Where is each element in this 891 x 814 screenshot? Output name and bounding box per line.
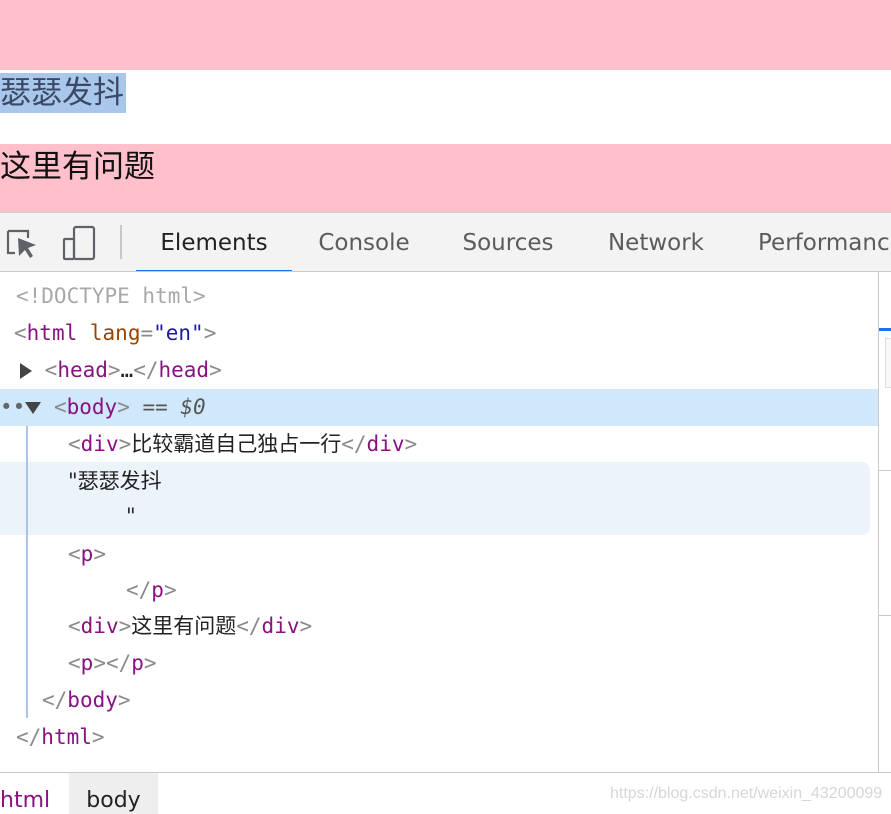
collapse-triangle-icon[interactable]: [25, 402, 42, 414]
bracket: </: [105, 651, 132, 675]
bracket: <: [53, 395, 67, 419]
devtools-toolbar: Elements Console Sources Network Perform…: [0, 212, 891, 272]
bracket: </: [341, 432, 367, 456]
side-divider: [879, 470, 891, 471]
bracket: >: [209, 358, 222, 382]
toolbar-separator: [120, 225, 122, 259]
dom-line-p-open[interactable]: <p>: [0, 536, 878, 573]
doctype-text: <!DOCTYPE html>: [16, 284, 206, 308]
bracket: <: [68, 614, 81, 638]
watermark-text: https://blog.csdn.net/weixin_43200099: [610, 785, 883, 802]
devtools-panel: Elements Console Sources Network Perform…: [0, 212, 891, 814]
dom-line-p-close: </p>: [0, 572, 878, 609]
tab-performance[interactable]: Performance: [758, 213, 891, 271]
bracket: >: [117, 688, 131, 712]
rendered-page: 瑟瑟发抖 这里有问题: [0, 0, 891, 212]
dom-line-html-close[interactable]: </html>: [0, 719, 878, 756]
bracket: >: [143, 651, 157, 675]
text-node-quote: ": [126, 504, 136, 528]
bracket: </: [126, 578, 152, 602]
dom-line-body-selected[interactable]: •• <body> == $0: [0, 389, 878, 426]
tag-name: html: [26, 321, 78, 345]
dom-line-doctype[interactable]: <!DOCTYPE html>: [0, 278, 878, 315]
selected-text-node[interactable]: 瑟瑟发抖: [0, 73, 126, 113]
tag-name: p: [131, 651, 144, 675]
selected-marker: == $0: [129, 395, 206, 419]
bracket: >: [404, 432, 418, 456]
attr-value: "en": [153, 321, 204, 345]
bracket: >: [299, 614, 313, 638]
expand-triangle-icon[interactable]: [20, 363, 32, 379]
tab-console[interactable]: Console: [310, 213, 418, 271]
bracket: >: [107, 358, 121, 382]
tag-name: div: [80, 432, 119, 456]
breadcrumb: html body https://blog.csdn.net/weixin_4…: [0, 772, 891, 814]
dom-line-div-1[interactable]: <div>比较霸道自己独占一行</div>: [0, 426, 878, 463]
pink-div-block: [0, 0, 891, 70]
bracket: >: [163, 578, 177, 602]
breadcrumb-body[interactable]: body: [69, 773, 158, 814]
tab-elements[interactable]: Elements: [136, 213, 292, 271]
tab-sources[interactable]: Sources: [452, 213, 564, 271]
side-divider: [879, 615, 891, 616]
bracket: >: [117, 395, 130, 419]
text-node-content: "瑟瑟发抖: [68, 469, 162, 493]
dom-line-html-open[interactable]: <html lang="en">: [0, 315, 878, 352]
tag-name: head: [57, 358, 108, 382]
more-actions-icon[interactable]: ••: [0, 395, 25, 419]
bracket: >: [118, 614, 132, 638]
bracket: >: [203, 321, 217, 345]
dom-line-p-empty[interactable]: <p></p>: [0, 645, 878, 682]
node-text: 比较霸道自己独占一行: [131, 432, 342, 456]
dom-line-div-2[interactable]: <div>这里有问题</div>: [0, 608, 878, 645]
tab-network[interactable]: Network: [596, 213, 716, 271]
attr-name: lang: [89, 321, 141, 345]
bracket: <: [14, 321, 27, 345]
tag-name: div: [366, 432, 405, 456]
bracket: </: [42, 688, 68, 712]
dom-line-text-node-end: ": [0, 498, 878, 535]
attr-eq: =: [140, 321, 154, 345]
styles-side-panel: [878, 272, 891, 772]
dom-line-text-node[interactable]: "瑟瑟发抖: [0, 463, 878, 500]
dom-line-head[interactable]: <head>…</head>: [0, 352, 878, 389]
device-toolbar-icon[interactable]: [60, 225, 98, 261]
tag-name: html: [41, 725, 92, 749]
bracket: </: [133, 358, 159, 382]
node-text: 这里有问题: [131, 614, 237, 638]
bracket: </: [236, 614, 262, 638]
breadcrumb-html[interactable]: html: [0, 773, 50, 814]
side-tab-underline: [879, 328, 891, 331]
bracket: <: [44, 358, 58, 382]
bracket: <: [68, 651, 81, 675]
bracket: >: [91, 725, 105, 749]
dom-line-body-close[interactable]: </body>: [0, 682, 878, 719]
dom-tree: <!DOCTYPE html> <html lang="en"> <head>……: [0, 272, 878, 772]
bracket: >: [93, 542, 106, 566]
bracket: <: [68, 542, 81, 566]
tag-name: p: [80, 651, 94, 675]
tag-name: head: [158, 358, 210, 382]
bracket: >: [93, 651, 106, 675]
pink-div-with-text[interactable]: 这里有问题: [0, 144, 891, 212]
inspect-element-icon[interactable]: [2, 225, 40, 261]
tag-name: body: [67, 688, 118, 712]
tag-name: p: [151, 578, 164, 602]
tag-name: body: [66, 395, 118, 419]
tag-name: div: [80, 614, 119, 638]
tag-name: p: [80, 542, 94, 566]
bracket: </: [16, 725, 42, 749]
tag-name: div: [261, 614, 300, 638]
bracket: >: [118, 432, 132, 456]
collapsed-ellipsis: …: [120, 358, 134, 382]
bracket: <: [68, 432, 81, 456]
side-filter-box[interactable]: [885, 338, 891, 388]
